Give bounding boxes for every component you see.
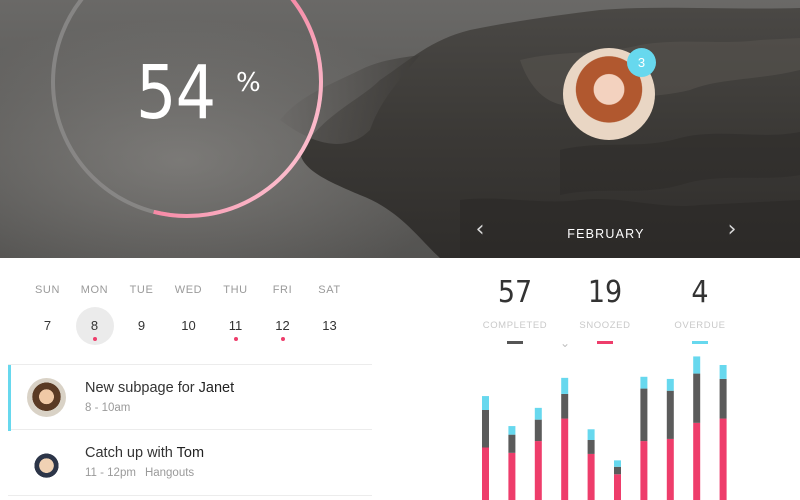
event-title-text: New subpage for: [85, 380, 199, 396]
bar-segment: [666, 378, 674, 391]
weekday-label: SUN: [34, 284, 61, 296]
weekday-label: SAT: [318, 284, 341, 296]
bar-segment: [587, 453, 595, 500]
expand-chevron-button[interactable]: ⌄: [558, 336, 572, 350]
bar-segment: [666, 390, 674, 439]
bar-segment: [482, 410, 489, 448]
event-person: Tom: [176, 445, 205, 461]
day-cell-selected[interactable]: 8: [71, 306, 118, 346]
day-cell[interactable]: 13: [306, 306, 353, 346]
bar-segment: [508, 434, 516, 453]
bar-segment: [640, 388, 648, 442]
day-number: 12: [275, 318, 290, 333]
next-month-button[interactable]: ›: [720, 218, 744, 242]
day-number: 11: [228, 318, 243, 333]
stat-label: OVERDUE: [674, 320, 726, 331]
bar-segment: [719, 418, 727, 500]
event-time-text: 8 - 10am: [85, 402, 131, 414]
event-title: Catch up with Tom: [85, 445, 204, 461]
event-time: 8 - 10am: [85, 402, 130, 414]
day-cell[interactable]: 11: [212, 306, 259, 346]
bar-segment: [587, 429, 595, 440]
event-person: Janet: [198, 380, 235, 396]
week-days-row: 7 8 9 10 11 12 13: [24, 306, 354, 346]
active-indicator: [8, 365, 11, 431]
day-number: 9: [137, 318, 146, 333]
bar-segment: [561, 377, 569, 394]
bar-segment: [693, 373, 701, 423]
day-number: 10: [181, 318, 196, 333]
prev-month-button[interactable]: ‹: [468, 218, 492, 242]
stat-label: COMPLETED: [482, 320, 548, 331]
bar-segment: [614, 466, 621, 475]
day-number: 7: [43, 318, 52, 333]
bar-segment: [719, 365, 727, 379]
bar-segment: [561, 393, 569, 419]
day-number: 13: [322, 318, 337, 333]
weekday-label: THU: [223, 284, 248, 296]
day-cell[interactable]: 9: [118, 306, 165, 346]
event-dot: [92, 337, 97, 341]
stat-snoozed[interactable]: 19 SNOOZED: [555, 278, 655, 344]
event-dot: [233, 337, 238, 341]
bar-segment: [482, 396, 489, 410]
progress-ring: [51, 0, 323, 218]
event-item[interactable]: Catch up with Tom 11 - 12pm Hangouts: [8, 430, 372, 496]
bar-segment: [508, 426, 516, 435]
stat-overdue[interactable]: 4 OVERDUE: [650, 278, 750, 344]
notification-badge[interactable]: 3: [627, 48, 656, 77]
weekday-label: MON: [80, 284, 109, 296]
day-number: 8: [90, 318, 99, 333]
stat-value: 4: [691, 275, 709, 310]
stat-label: SNOOZED: [579, 320, 631, 331]
event-avatar: [27, 443, 66, 482]
event-time-text: 11 - 12pm: [85, 467, 136, 479]
event-item[interactable]: New subpage for Janet 8 - 10am: [8, 364, 372, 431]
bar-segment: [693, 422, 701, 500]
event-dot: [280, 337, 285, 341]
stat-completed[interactable]: 57 COMPLETED: [465, 278, 565, 344]
bar-segment: [719, 378, 727, 419]
bar-segment: [561, 418, 569, 500]
weekday-label: WED: [174, 284, 203, 296]
stat-color-bar: [507, 341, 523, 344]
chevron-down-icon: ⌄: [559, 336, 571, 350]
bar-segment: [482, 447, 489, 500]
weekday-label: FRI: [272, 284, 293, 296]
bar-segment: [508, 452, 516, 500]
event-title: New subpage for Janet: [85, 380, 234, 396]
stat-value: 19: [587, 275, 623, 310]
chevron-right-icon: ›: [727, 217, 737, 242]
bar-segment: [640, 441, 648, 500]
bar-segment: [534, 441, 542, 500]
bar-segment: [587, 440, 595, 454]
bar-segment: [614, 474, 621, 500]
bar-segment: [666, 438, 674, 500]
stat-value: 57: [497, 275, 533, 310]
bar-segment: [534, 419, 542, 442]
event-location: Hangouts: [144, 467, 195, 479]
day-cell[interactable]: 7: [24, 306, 71, 346]
stacked-bar-chart: [482, 356, 727, 500]
bar-segment: [614, 460, 621, 467]
percent-sign: %: [236, 68, 261, 98]
bar-segment: [640, 376, 648, 389]
weekday-label: TUE: [129, 284, 154, 296]
weekday-header: SUN MON TUE WED THU FRI SAT: [24, 284, 354, 296]
month-label: FEBRUARY: [567, 227, 645, 241]
chevron-left-icon: ‹: [475, 217, 485, 242]
stat-color-bar: [692, 341, 708, 344]
stat-color-bar: [597, 341, 613, 344]
event-avatar: [27, 378, 66, 417]
calendar-dashboard: 54 % 3 ‹ FEBRUARY › SUN MON TUE WED THU …: [0, 0, 800, 500]
day-cell[interactable]: 12: [259, 306, 306, 346]
completion-percent: 54: [136, 50, 216, 136]
hero-banner: 54 % 3 ‹ FEBRUARY ›: [0, 0, 800, 258]
day-cell[interactable]: 10: [165, 306, 212, 346]
event-title-text: Catch up with: [85, 445, 177, 461]
event-time: 11 - 12pm Hangouts: [85, 467, 194, 479]
bar-segment: [534, 407, 542, 420]
bar-segment: [693, 356, 701, 374]
